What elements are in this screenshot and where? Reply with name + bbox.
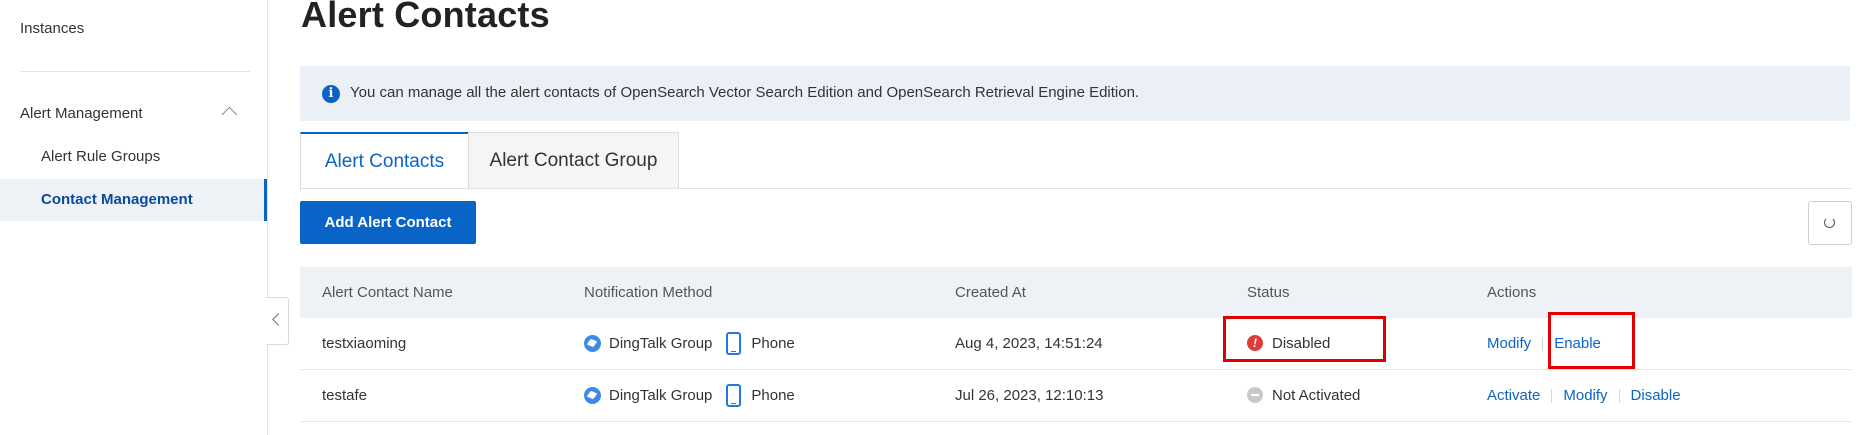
actions-cell: Activate Modify Disable (1487, 370, 1681, 421)
method-label: Phone (751, 387, 795, 404)
sidebar-item-label: Alert Rule Groups (41, 148, 161, 165)
header-actions: Actions (1487, 284, 1537, 301)
info-notice: i You can manage all the alert contacts … (300, 66, 1850, 121)
modify-link[interactable]: Modify (1563, 387, 1607, 404)
highlight-box-status (1223, 316, 1386, 362)
add-alert-contact-button[interactable]: Add Alert Contact (300, 201, 476, 244)
sidebar-divider (20, 71, 250, 72)
tab-alert-contacts[interactable]: Alert Contacts (300, 132, 469, 190)
method-label: DingTalk Group (609, 335, 713, 352)
contact-name: testafe (322, 387, 368, 404)
refresh-icon (1824, 217, 1835, 228)
method-label: DingTalk Group (609, 387, 713, 404)
sidebar-item-instances[interactable]: Instances (0, 8, 267, 50)
phone-icon (726, 332, 742, 355)
chevron-left-icon (272, 313, 285, 326)
sidebar-item-label: Alert Management (20, 105, 143, 122)
activate-link[interactable]: Activate (1487, 387, 1540, 404)
status-text: Not Activated (1272, 387, 1361, 404)
sidebar-collapse-button[interactable] (266, 297, 289, 345)
sidebar-item-label: Instances (20, 20, 85, 37)
action-separator (1551, 389, 1553, 404)
notification-methods: DingTalk Group Phone (584, 318, 795, 369)
contact-name: testxiaoming (322, 335, 407, 352)
header-created-at: Created At (955, 284, 1026, 301)
action-separator (1618, 389, 1620, 404)
sidebar-item-alert-rule-groups[interactable]: Alert Rule Groups (0, 136, 267, 178)
created-at: Aug 4, 2023, 14:51:24 (955, 335, 1103, 352)
inactive-icon (1247, 387, 1263, 404)
created-at: Jul 26, 2023, 12:10:13 (955, 387, 1104, 404)
disable-link[interactable]: Disable (1631, 387, 1681, 404)
refresh-button[interactable] (1808, 201, 1852, 245)
phone-icon (726, 384, 742, 407)
highlight-box-enable (1548, 312, 1635, 369)
sidebar: Instances Alert Management Alert Rule Gr… (0, 0, 268, 435)
sidebar-item-alert-management[interactable]: Alert Management (0, 93, 267, 135)
modify-link[interactable]: Modify (1487, 335, 1531, 352)
page-title: Alert Contacts (301, 0, 550, 35)
table-header: Alert Contact Name Notification Method C… (300, 267, 1852, 318)
action-separator (1542, 337, 1544, 352)
info-icon: i (322, 85, 340, 103)
tab-alert-contact-group[interactable]: Alert Contact Group (468, 132, 679, 189)
chevron-up-icon (221, 106, 238, 123)
dingtalk-icon (584, 335, 601, 352)
status-cell: Not Activated (1247, 370, 1360, 421)
tab-divider (300, 188, 1852, 189)
sidebar-item-contact-management[interactable]: Contact Management (0, 179, 267, 221)
dingtalk-icon (584, 387, 601, 404)
notice-text: You can manage all the alert contacts of… (350, 84, 1140, 101)
header-status: Status (1247, 284, 1290, 301)
header-notification-method: Notification Method (584, 284, 713, 301)
method-label: Phone (751, 335, 795, 352)
notification-methods: DingTalk Group Phone (584, 370, 795, 421)
table-row: testafe DingTalk Group Phone Jul 26, 202… (300, 370, 1852, 422)
header-contact-name: Alert Contact Name (322, 284, 453, 301)
sidebar-item-label: Contact Management (41, 191, 193, 208)
